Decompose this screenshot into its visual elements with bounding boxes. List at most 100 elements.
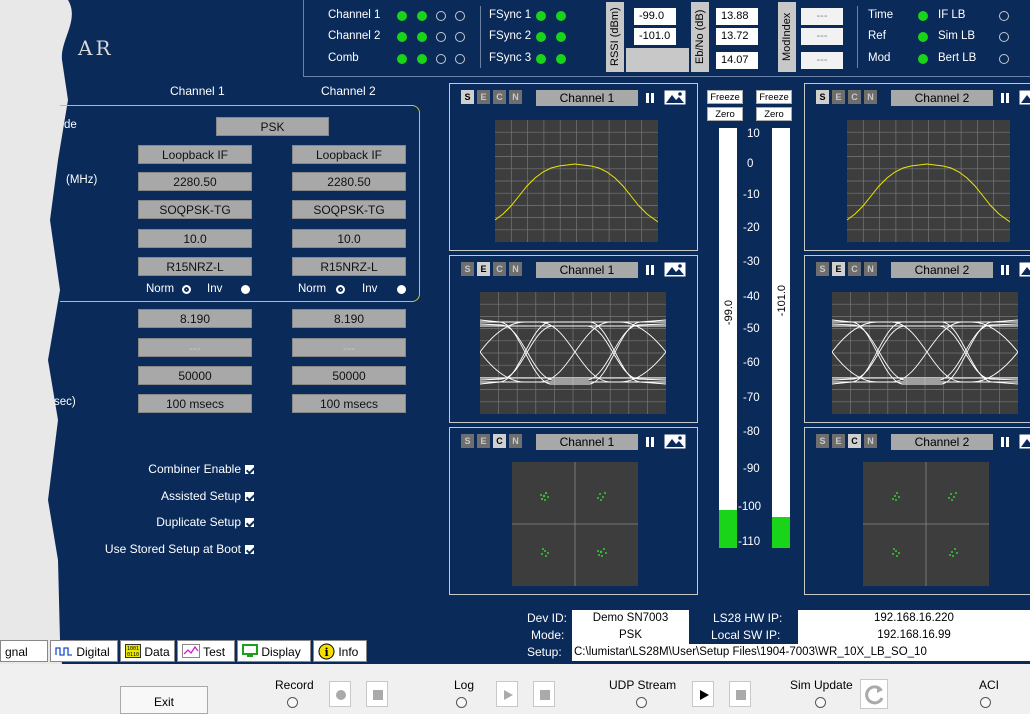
pause-icon[interactable] (999, 90, 1011, 106)
status-channel2-label: Channel 2 (328, 30, 381, 42)
stored-setup-checkbox[interactable]: Use Stored Setup at Boot (105, 542, 254, 556)
e-button[interactable]: E (477, 262, 490, 276)
zero-button-ch2[interactable]: Zero (756, 107, 792, 121)
n-button[interactable]: N (509, 262, 522, 276)
e-button[interactable]: E (832, 434, 845, 448)
refresh-button[interactable] (860, 679, 888, 709)
pause-icon[interactable] (644, 90, 656, 106)
pause-icon[interactable] (644, 262, 656, 278)
ch2-bitrate-field[interactable]: 10.0 (292, 229, 406, 248)
status-strip: Channel 1 Channel 2 Comb FSync 1 FSync 2… (303, 0, 1030, 77)
s-button[interactable]: S (461, 90, 474, 104)
log-radio[interactable] (456, 697, 467, 708)
record-button[interactable] (329, 681, 351, 707)
ch1-inv-radio[interactable] (241, 285, 250, 294)
tab-test[interactable]: Test (177, 640, 235, 662)
exit-button[interactable]: Exit (120, 686, 208, 714)
zero-button-ch1[interactable]: Zero (707, 107, 743, 121)
ch1-dwell-field[interactable]: 100 msecs (138, 394, 252, 413)
duplicate-setup-checkbox[interactable]: Duplicate Setup (156, 515, 254, 529)
combiner-enable-checkbox[interactable]: Combiner Enable (148, 462, 254, 476)
mode-row-label: de (64, 119, 77, 131)
status-led (436, 32, 446, 42)
status-led (455, 11, 465, 21)
udp-label: UDP Stream (609, 678, 677, 692)
n-button[interactable]: N (509, 90, 522, 104)
c-button[interactable]: C (493, 434, 506, 448)
c-button[interactable]: C (848, 434, 861, 448)
s-button[interactable]: S (816, 262, 829, 276)
image-icon[interactable] (664, 434, 686, 449)
ch2-freq-field[interactable]: 2280.50 (292, 172, 406, 191)
image-icon[interactable] (1019, 434, 1030, 449)
c-button[interactable]: C (848, 90, 861, 104)
assisted-setup-checkbox[interactable]: Assisted Setup (161, 489, 254, 503)
aci-radio[interactable] (980, 697, 991, 708)
freeze-button-ch2[interactable]: Freeze (756, 90, 792, 104)
tab-data[interactable]: 1001 0110 Data (120, 640, 175, 662)
ch1-value1-field[interactable]: 8.190 (138, 309, 252, 328)
rssi-ch2-value: -101.0 (634, 28, 676, 45)
tab-info[interactable]: i Info (313, 640, 367, 662)
ch1-modulation-field[interactable]: SOQPSK-TG (138, 200, 252, 219)
ch1-freq-field[interactable]: 2280.50 (138, 172, 252, 191)
image-icon[interactable] (1019, 262, 1030, 277)
eye-trace (831, 292, 1019, 414)
mode-field[interactable]: PSK (216, 117, 329, 136)
pause-icon[interactable] (999, 262, 1011, 278)
duplicate-setup-label: Duplicate Setup (156, 515, 241, 529)
n-button[interactable]: N (509, 434, 522, 448)
record-stop-button[interactable] (366, 681, 388, 707)
n-button[interactable]: N (864, 434, 877, 448)
plot-toolbar: S E C N Channel 1 (456, 90, 696, 106)
n-button[interactable]: N (864, 262, 877, 276)
ch1-value3-field[interactable]: 50000 (138, 366, 252, 385)
ch2-modulation-field[interactable]: SOQPSK-TG (292, 200, 406, 219)
s-button[interactable]: S (461, 434, 474, 448)
ch2-dwell-field[interactable]: 100 msecs (292, 394, 406, 413)
status-led (455, 54, 465, 64)
e-button[interactable]: E (832, 90, 845, 104)
ch1-code-field[interactable]: R15NRZ-L (138, 257, 252, 276)
ch2-source-field[interactable]: Loopback IF (292, 145, 406, 164)
sim-update-radio[interactable] (815, 697, 826, 708)
tab-digital[interactable]: Digital (50, 640, 118, 662)
pause-icon[interactable] (644, 434, 656, 450)
ch2-value2-field[interactable]: --- (292, 338, 406, 357)
e-button[interactable]: E (477, 90, 490, 104)
pause-icon[interactable] (999, 434, 1011, 450)
meter-tick-labels: 10 0 -10 -20 -30 -40 -50 -60 -70 -80 -90… (738, 128, 769, 548)
ch1-norm-radio[interactable] (182, 285, 191, 294)
ch1-source-field[interactable]: Loopback IF (138, 145, 252, 164)
ch1-bitrate-field[interactable]: 10.0 (138, 229, 252, 248)
s-button[interactable]: S (461, 262, 474, 276)
status-led (436, 54, 446, 64)
udp-play-button[interactable] (692, 681, 714, 707)
record-radio[interactable] (287, 697, 298, 708)
c-button[interactable]: C (493, 90, 506, 104)
e-button[interactable]: E (477, 434, 490, 448)
log-play-button[interactable] (496, 681, 518, 707)
n-button[interactable]: N (864, 90, 877, 104)
udp-stop-button[interactable] (729, 681, 751, 707)
ch2-norm-radio[interactable] (336, 285, 345, 294)
s-button[interactable]: S (816, 434, 829, 448)
log-stop-button[interactable] (533, 681, 555, 707)
status-led (455, 32, 465, 42)
image-icon[interactable] (664, 90, 686, 105)
udp-radio[interactable] (636, 697, 647, 708)
ch2-value1-field[interactable]: 8.190 (292, 309, 406, 328)
tab-signal[interactable]: gnal (0, 640, 48, 662)
e-button[interactable]: E (832, 262, 845, 276)
ch2-value3-field[interactable]: 50000 (292, 366, 406, 385)
freeze-button-ch1[interactable]: Freeze (707, 90, 743, 104)
c-button[interactable]: C (493, 262, 506, 276)
ch2-code-field[interactable]: R15NRZ-L (292, 257, 406, 276)
s-button[interactable]: S (816, 90, 829, 104)
image-icon[interactable] (664, 262, 686, 277)
tab-display[interactable]: Display (237, 640, 311, 662)
image-icon[interactable] (1019, 90, 1030, 105)
ch1-value2-field[interactable]: --- (138, 338, 252, 357)
c-button[interactable]: C (848, 262, 861, 276)
ch2-inv-radio[interactable] (397, 285, 406, 294)
